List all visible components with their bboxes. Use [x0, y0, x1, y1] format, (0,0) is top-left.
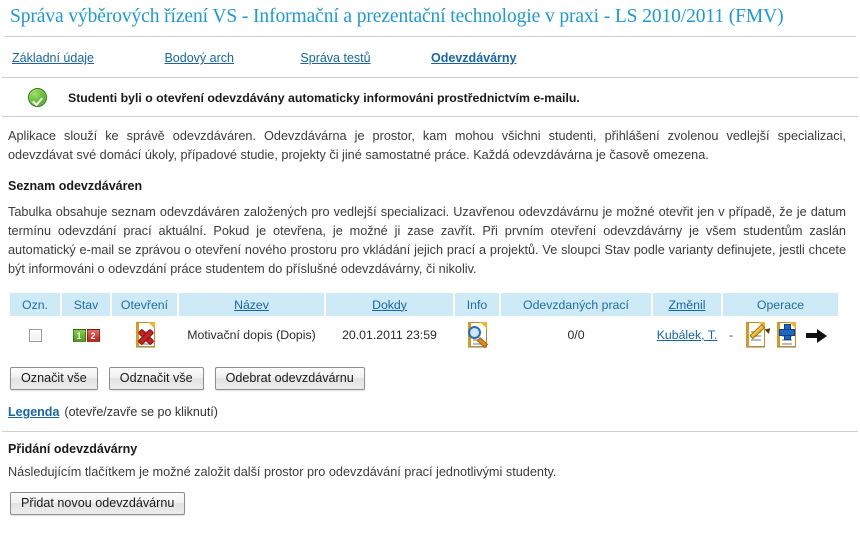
- tab-odevzdavarny[interactable]: Odevzdávárny: [431, 51, 516, 65]
- odevzdavarny-table-wrap: Ozn. Stav Otevření Název Dokdy Info Odev…: [0, 279, 860, 354]
- cell-info: [455, 316, 499, 354]
- red-x-overlay-icon: [137, 328, 155, 344]
- magnifier-overlay-icon: [468, 326, 488, 347]
- tab-bar: Základní údaje Bodový arch Správa testů …: [0, 37, 860, 77]
- pencil-body: [749, 324, 766, 339]
- legend-note: (otevře/zavře se po kliknutí): [64, 405, 218, 419]
- select-all-button[interactable]: Označit vše: [10, 367, 98, 390]
- document-edit-pencil-icon[interactable]: [744, 322, 772, 348]
- page-title: Správa výběrových řízení VS - Informační…: [10, 6, 784, 27]
- row-select-wrap: [12, 328, 58, 342]
- legend-row: Legenda (otevře/zavře se po kliknutí): [0, 390, 860, 419]
- cell-stav: 1 2: [62, 316, 110, 354]
- cell-zmenil: Kubálek, T.: [653, 316, 721, 354]
- operace-dash: -: [729, 328, 734, 342]
- status-badge-1[interactable]: 1: [72, 329, 86, 342]
- cell-otevreni: [112, 316, 177, 354]
- column-header-operace: Operace: [723, 293, 838, 316]
- pencil-tip: [764, 326, 772, 335]
- column-header-info-label: Info: [466, 297, 488, 312]
- cell-odevzdanych-praci: 0/0: [501, 316, 651, 354]
- column-header-nazev-label[interactable]: Název: [234, 298, 269, 312]
- tab-bodovy-arch[interactable]: Bodový arch: [164, 51, 233, 65]
- page-title-bar: Správa výběrových řízení VS - Informační…: [0, 0, 860, 36]
- document-preview-magnifier-icon[interactable]: [466, 322, 488, 348]
- status-badges: 1 2: [72, 329, 100, 342]
- table-header-row: Ozn. Stav Otevření Název Dokdy Info Odev…: [10, 293, 838, 316]
- column-header-otevreni: Otevření: [112, 293, 177, 316]
- magnifier-lens: [468, 326, 481, 339]
- list-section-description: Tabulka obsahuje seznam odevzdáváren zal…: [8, 205, 846, 276]
- status-badge-2[interactable]: 2: [86, 329, 100, 342]
- pencil-overlay-icon: [749, 324, 772, 346]
- success-notice: Studenti byli o otevření odevzdávány aut…: [0, 78, 860, 116]
- column-header-nazev[interactable]: Název: [179, 293, 324, 316]
- row-select-checkbox[interactable]: [28, 328, 42, 342]
- operace-icon-group: -: [725, 322, 836, 348]
- column-header-odevzdanych-praci-label: Odevzdaných prací: [523, 297, 629, 312]
- column-header-zmenil[interactable]: Změnil: [653, 293, 721, 316]
- column-header-otevreni-label: Otevření: [120, 297, 169, 312]
- table-row: 1 2 Motivační dopis (Dopis) 20.01.2011 2…: [10, 316, 838, 354]
- column-header-stav: Stav: [62, 293, 110, 316]
- arrow-head: [817, 328, 828, 343]
- tab-zakladni-udaje[interactable]: Základní údaje: [12, 51, 94, 65]
- add-section-heading: Přidání odevzdávárny: [8, 442, 138, 456]
- intro-paragraph: Aplikace slouží ke správě odevzdáváren. …: [8, 129, 846, 162]
- success-check-icon: [28, 88, 47, 107]
- add-section-description: Následujícím tlačítkem je možné založit …: [8, 465, 557, 479]
- arrow-right-icon[interactable]: [806, 328, 828, 343]
- column-header-ozn-label: Ozn.: [22, 297, 48, 312]
- deselect-all-button[interactable]: Odznačit vše: [108, 367, 204, 390]
- column-header-ozn: Ozn.: [10, 293, 60, 316]
- zmenil-user-link[interactable]: Kubálek, T.: [657, 328, 718, 342]
- cell-operace: -: [723, 316, 838, 354]
- list-section-heading: Seznam odevzdáváren: [8, 179, 143, 193]
- doc-line: [782, 343, 793, 345]
- column-header-odevzdanych-praci: Odevzdaných prací: [501, 293, 651, 316]
- add-new-odevzdavarnu-button[interactable]: Přidat novou odevzdávárnu: [10, 492, 186, 515]
- column-header-stav-label: Stav: [73, 297, 99, 312]
- magnifier-handle: [477, 338, 487, 347]
- column-header-operace-label: Operace: [756, 297, 805, 312]
- remove-odevzdavarnu-button[interactable]: Odebrat odevzdávárnu: [214, 367, 365, 390]
- add-button-row: Přidat novou odevzdávárnu: [0, 479, 860, 515]
- cell-dokdy: 20.01.2011 23:59: [326, 316, 453, 354]
- page-root: Správa výběrových řízení VS - Informační…: [0, 0, 860, 544]
- column-header-dokdy-label[interactable]: Dokdy: [372, 298, 407, 312]
- legend-link[interactable]: Legenda: [8, 405, 59, 419]
- tab-sprava-testu[interactable]: Správa testů: [300, 51, 370, 65]
- cell-nazev: Motivační dopis (Dopis): [179, 316, 324, 354]
- cell-ozn: [10, 316, 60, 354]
- document-add-plus-icon[interactable]: [775, 322, 797, 348]
- table-action-buttons: Označit vše Odznačit vše Odebrat odevzdá…: [0, 354, 860, 390]
- column-header-zmenil-label[interactable]: Změnil: [669, 298, 706, 312]
- column-header-info: Info: [455, 293, 499, 316]
- blue-plus-overlay-icon: [779, 324, 796, 340]
- document-closed-red-x-icon[interactable]: [134, 322, 156, 348]
- odevzdavarny-table: Ozn. Stav Otevření Název Dokdy Info Odev…: [8, 293, 840, 354]
- success-notice-text: Studenti byli o otevření odevzdávány aut…: [68, 90, 580, 105]
- column-header-dokdy[interactable]: Dokdy: [326, 293, 453, 316]
